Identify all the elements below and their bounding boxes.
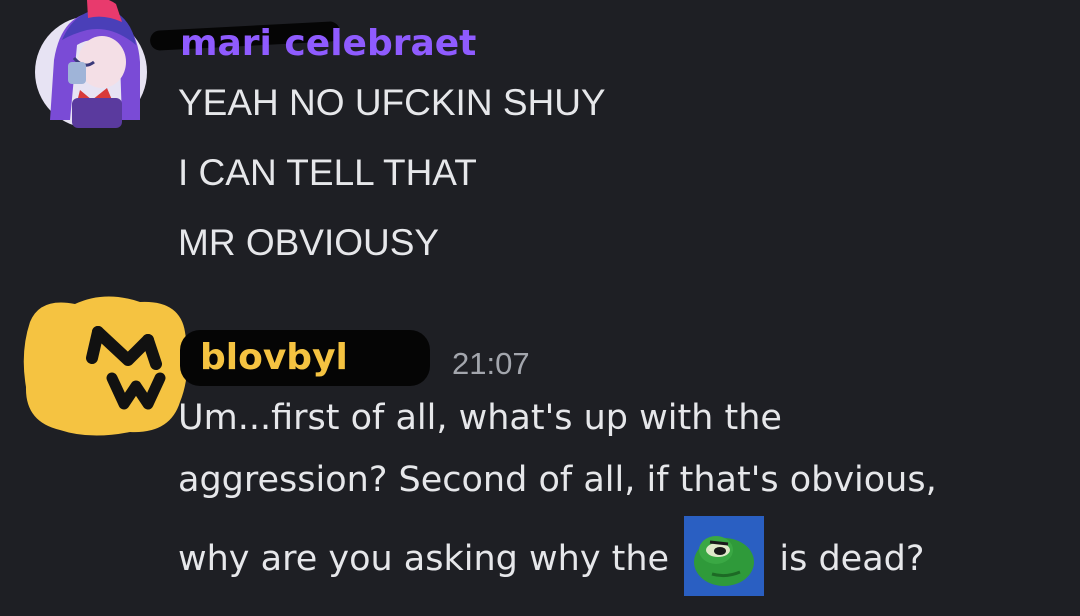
message-text: YEAH NO UFCKIN SHUY <box>178 82 606 123</box>
avatar[interactable] <box>32 0 150 132</box>
message-text-segment: is dead? <box>779 539 925 579</box>
message-text-segment: why are you asking why the <box>178 539 670 579</box>
chat-view: mari celebraet YEAH NO UFCKIN SHUY I CAN… <box>0 0 1080 616</box>
message-text: aggression? Second of all, if that's obv… <box>178 460 937 500</box>
avatar-image <box>35 0 147 128</box>
message-text: I CAN TELL THAT <box>178 152 477 193</box>
username[interactable]: blovbyl <box>200 338 348 378</box>
message-text: MR OBVIOUSY <box>178 222 440 263</box>
avatar-image <box>23 296 188 436</box>
username[interactable]: mari celebraet <box>180 24 476 64</box>
timestamp: 21:07 <box>452 346 530 381</box>
frog-emoji-icon[interactable] <box>684 516 765 596</box>
avatar[interactable] <box>20 292 190 442</box>
message-text: Um...first of all, what's up with the <box>178 398 782 438</box>
message-text: why are you asking why the is dead? <box>178 516 925 600</box>
